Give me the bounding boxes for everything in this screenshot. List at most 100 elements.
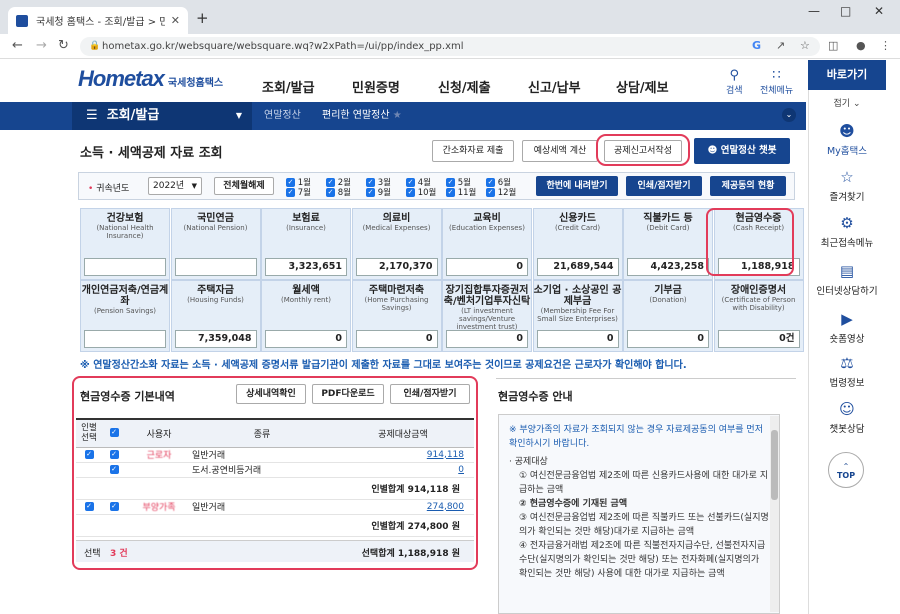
month-checkbox[interactable]: ✓ 9월 bbox=[366, 186, 391, 198]
chatbot-face-icon: ☻ bbox=[707, 145, 718, 156]
play-icon: ▶ bbox=[841, 310, 853, 328]
allmenu-button[interactable]: ∷ 전체메뉴 bbox=[760, 68, 793, 96]
menu-application[interactable]: 신청/제출 bbox=[438, 77, 491, 96]
sidebar-item-favorites[interactable]: ☆ 즐겨찾기 bbox=[808, 168, 886, 203]
sidebar-item-my[interactable]: ☻ My홈택스 bbox=[808, 122, 886, 157]
amount-link[interactable]: 274,800 bbox=[427, 502, 464, 512]
row-type: 도서.공연비등거래 bbox=[192, 462, 332, 478]
person-checkbox[interactable]: ✓ bbox=[84, 501, 94, 511]
checkbox-icon: ✓ bbox=[366, 188, 375, 197]
deduction-card[interactable]: 보험료 (Insurance) 3,323,651 bbox=[261, 208, 351, 280]
deduction-card[interactable]: 주택마련저축 (Home Purchasing Savings) 0 bbox=[351, 280, 442, 352]
sidebar-item-consult[interactable]: ▤ 인터넷상담하기 bbox=[808, 262, 886, 297]
user-name bbox=[126, 462, 192, 478]
col-check-all[interactable]: ✓ bbox=[102, 418, 126, 448]
star-outline-icon: ☆ bbox=[840, 168, 854, 186]
url-input[interactable]: hometax.go.kr/websquare/websquare.wq?w2x… bbox=[80, 37, 820, 56]
year-select[interactable]: 2022년 ▼ bbox=[148, 177, 202, 195]
maximize-icon[interactable]: □ bbox=[840, 4, 851, 18]
breadcrumb-2[interactable]: 편리한 연말정산 ★ bbox=[322, 102, 402, 130]
col-amount: 공제대상금액 bbox=[332, 418, 474, 448]
deduction-card[interactable]: 주택자금 (Housing Funds) 7,359,048 bbox=[170, 280, 261, 352]
submit-simple-data-button[interactable]: 간소화자료 제출 bbox=[432, 140, 514, 162]
month-checkbox[interactable]: ✓ 11월 bbox=[446, 186, 476, 198]
detail-print-button[interactable]: 인쇄/점자받기 bbox=[390, 384, 470, 404]
pdf-download-button[interactable]: PDF다운로드 bbox=[312, 384, 384, 404]
menu-report[interactable]: 신고/납부 bbox=[528, 77, 581, 96]
person-checkbox[interactable]: ✓ bbox=[84, 449, 94, 459]
print-braille-button[interactable]: 인쇄/점자받기 bbox=[626, 176, 702, 196]
month-checkbox[interactable]: ✓ 7월 bbox=[286, 186, 311, 198]
back-icon[interactable]: ← bbox=[12, 38, 23, 53]
nav-home[interactable]: ☰ 조회/발급 ▼ bbox=[72, 102, 252, 130]
deduction-card[interactable]: 기부금 (Donation) 0 bbox=[623, 280, 713, 352]
consent-status-button[interactable]: 제공동의 현황 bbox=[710, 176, 786, 196]
menu-consult[interactable]: 상담/제보 bbox=[616, 77, 669, 96]
detail-view-button[interactable]: 상세내역확인 bbox=[236, 384, 306, 404]
menu-certificate[interactable]: 민원증명 bbox=[352, 77, 400, 96]
cash-receipt-highlight bbox=[706, 208, 794, 276]
deduction-card[interactable]: 직불카드 등 (Debit Card) 4,423,258 bbox=[623, 208, 713, 280]
sidebar-item-recent[interactable]: ⚙ 최근접속메뉴 bbox=[808, 214, 886, 249]
deduction-card[interactable]: 신용카드 (Credit Card) 21,689,544 bbox=[532, 208, 623, 280]
dropdown-icon: ▼ bbox=[235, 111, 242, 120]
window-close-icon[interactable]: ✕ bbox=[874, 4, 884, 18]
amount-link[interactable]: 0 bbox=[458, 465, 464, 475]
tab-close-icon[interactable]: ✕ bbox=[171, 14, 180, 27]
forward-icon[interactable]: → bbox=[36, 38, 47, 53]
deduction-card[interactable]: 건강보험 (National Health Insurance) bbox=[80, 208, 170, 280]
bookmark-star-icon[interactable]: ☆ bbox=[800, 39, 810, 52]
deduction-card[interactable]: 장애인증명서 (Certificate of Person with Disabi… bbox=[713, 280, 804, 352]
deduction-card[interactable]: 장기집합투자증권저축/벤처기업투자신탁 (LT investment saving… bbox=[442, 280, 532, 352]
month-checkbox[interactable]: ✓ 10월 bbox=[406, 186, 436, 198]
col-user: 사용자 bbox=[126, 418, 192, 448]
sidebar-item-chatbot[interactable]: ☺ 챗봇상담 bbox=[808, 400, 886, 435]
month-checkbox[interactable]: ✓ 12월 bbox=[486, 186, 516, 198]
deduction-form-button[interactable]: 공제신고서작성 bbox=[604, 140, 682, 162]
chatbot-button[interactable]: ☻ 연말정산 챗봇 bbox=[694, 138, 790, 164]
deduction-card[interactable]: 개인연금저축/연금계좌 (Pension Savings) bbox=[80, 280, 170, 352]
sidebar-item-law[interactable]: ⚖ 법령정보 bbox=[808, 354, 886, 389]
deduction-card[interactable]: 교육비 (Education Expenses) 0 bbox=[442, 208, 532, 280]
deduction-card[interactable]: 월세액 (Monthly rent) 0 bbox=[261, 280, 351, 352]
row-checkbox[interactable]: ✓ bbox=[109, 464, 119, 474]
deduction-card[interactable]: 의료비 (Medical Expenses) 2,170,370 bbox=[351, 208, 442, 280]
check-all-checkbox[interactable]: ✓ bbox=[109, 428, 119, 438]
hometax-logo[interactable]: Hometax 국세청홈택스 bbox=[78, 66, 223, 96]
profile-icon[interactable]: ● bbox=[856, 39, 866, 52]
browser-tab[interactable]: 국세청 홈택스 - 조회/발급 > 민 ✕ bbox=[8, 7, 188, 34]
deduction-card[interactable]: 국민연금 (National Pension) bbox=[170, 208, 261, 280]
side-panel-icon[interactable]: ◫ bbox=[828, 39, 838, 52]
minimize-icon[interactable]: — bbox=[808, 4, 820, 18]
deduction-card[interactable]: 소기업 · 소상공인 공제부금 (Membership Fee For Small… bbox=[532, 280, 623, 352]
nav-collapse-icon[interactable]: ⌄ bbox=[782, 108, 796, 122]
amount-link[interactable]: 914,118 bbox=[427, 450, 464, 460]
card-value: 0 bbox=[446, 330, 528, 348]
reload-icon[interactable]: ↻ bbox=[58, 38, 69, 53]
row-checkbox[interactable]: ✓ bbox=[109, 501, 119, 511]
collapse-button[interactable]: 접기 ⌄ bbox=[808, 96, 886, 109]
lock-icon[interactable]: 🔒 bbox=[89, 41, 100, 51]
menu-inquiry[interactable]: 조회/발급 bbox=[262, 77, 315, 96]
top-button[interactable]: ⌃ TOP bbox=[828, 452, 864, 488]
logo-text: Hometax bbox=[78, 66, 165, 91]
detail-table: 인별 선택 ✓ 사용자 종류 공제대상금액 ✓ ✓ 근로자 일반거래 914,1… bbox=[76, 418, 474, 537]
estimate-tax-button[interactable]: 예상세액 계산 bbox=[522, 140, 598, 162]
sidebar-item-shorts[interactable]: ▶ 숏폼영상 bbox=[808, 310, 886, 345]
unselect-all-months-button[interactable]: 전체월해제 bbox=[214, 177, 274, 195]
browser-menu-icon[interactable]: ⋮ bbox=[880, 39, 891, 52]
col-select-person: 인별 선택 bbox=[76, 418, 102, 448]
download-all-button[interactable]: 한번에 내려받기 bbox=[536, 176, 618, 196]
guide-scroll-thumb[interactable] bbox=[771, 430, 778, 500]
new-tab-button[interactable]: + bbox=[196, 9, 209, 27]
card-subtitle: (Pension Savings) bbox=[93, 307, 157, 315]
month-checkbox[interactable]: ✓ 8월 bbox=[326, 186, 351, 198]
breadcrumb-1[interactable]: 연말정산 bbox=[264, 102, 301, 130]
search-button[interactable]: ⚲ 검색 bbox=[726, 68, 743, 96]
row-checkbox[interactable]: ✓ bbox=[109, 449, 119, 459]
share-icon[interactable]: ↗ bbox=[776, 39, 785, 52]
month-label: 12월 bbox=[497, 188, 517, 198]
card-title: 주택자금 bbox=[197, 285, 234, 296]
google-icon[interactable]: G bbox=[752, 39, 761, 52]
card-title: 의료비 bbox=[382, 213, 411, 224]
